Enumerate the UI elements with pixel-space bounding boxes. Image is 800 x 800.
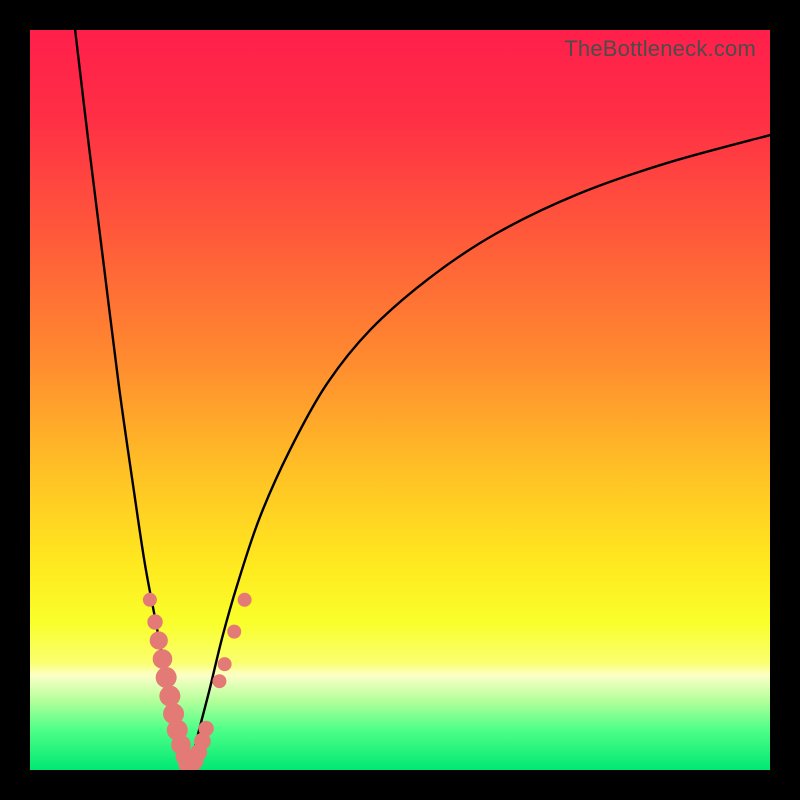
sample-point	[143, 593, 157, 607]
sample-point	[153, 649, 173, 669]
sample-point	[198, 721, 213, 736]
sample-point	[156, 667, 177, 688]
sample-point	[150, 631, 168, 649]
sample-point	[212, 674, 226, 688]
sample-point	[218, 657, 232, 671]
marker-group	[143, 593, 252, 770]
sample-point	[147, 614, 162, 629]
chart-frame: TheBottleneck.com	[0, 0, 800, 800]
sample-point	[238, 593, 252, 607]
curve-right-branch	[188, 135, 770, 768]
sample-point	[159, 686, 180, 707]
sample-point	[227, 625, 241, 639]
curve-layer	[30, 30, 770, 770]
plot-area: TheBottleneck.com	[30, 30, 770, 770]
